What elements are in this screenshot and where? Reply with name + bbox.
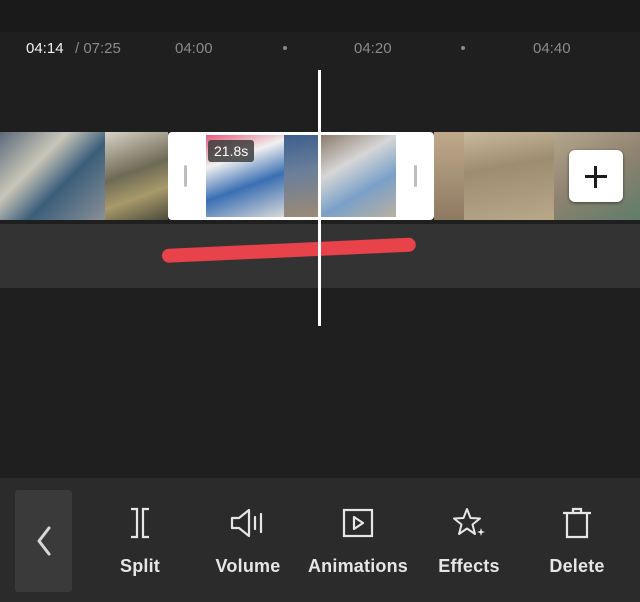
ruler-tick-label: 04:00: [175, 40, 213, 57]
playhead[interactable]: [318, 70, 321, 326]
ruler-tick-label: 04:20: [354, 40, 392, 57]
volume-label: Volume: [215, 556, 281, 576]
video-thumbnail: [0, 132, 105, 220]
volume-button[interactable]: Volume: [193, 506, 303, 577]
video-thumbnail: [320, 135, 396, 217]
ruler-tick-label: 04:40: [533, 40, 571, 57]
effects-label: Effects: [438, 556, 500, 576]
animations-button[interactable]: Animations: [303, 506, 413, 577]
delete-button[interactable]: Delete: [522, 506, 632, 577]
ruler-dot: [461, 46, 465, 50]
edit-toolbar: Split Volume Animations Effects Delete: [0, 478, 640, 602]
timeline-ruler: 04:14 / 07:25 04:00 04:20 04:40: [0, 32, 640, 62]
split-button[interactable]: Split: [85, 506, 195, 577]
video-thumbnail: [434, 132, 464, 220]
delete-label: Delete: [549, 556, 605, 576]
trim-handle-left[interactable]: [184, 165, 187, 187]
clip-duration-badge: 21.8s: [208, 140, 255, 162]
back-button[interactable]: [15, 490, 72, 592]
video-thumbnail: [284, 135, 320, 217]
split-icon: [131, 507, 149, 539]
video-thumbnail: [464, 132, 554, 220]
trim-handle-right[interactable]: [414, 165, 417, 187]
video-thumbnail: [105, 132, 168, 220]
chevron-left-icon: [37, 526, 51, 556]
animations-icon: [342, 508, 374, 538]
delete-icon: [563, 507, 591, 539]
total-time: / 07:25: [75, 40, 121, 57]
effects-button[interactable]: Effects: [414, 506, 524, 577]
current-time: 04:14: [26, 40, 64, 57]
ruler-dot: [283, 46, 287, 50]
split-label: Split: [120, 556, 160, 576]
volume-icon: [230, 508, 263, 538]
top-bar: [0, 0, 640, 32]
effects-icon: [453, 508, 485, 536]
add-clip-button[interactable]: [569, 150, 623, 202]
animations-label: Animations: [307, 556, 408, 576]
